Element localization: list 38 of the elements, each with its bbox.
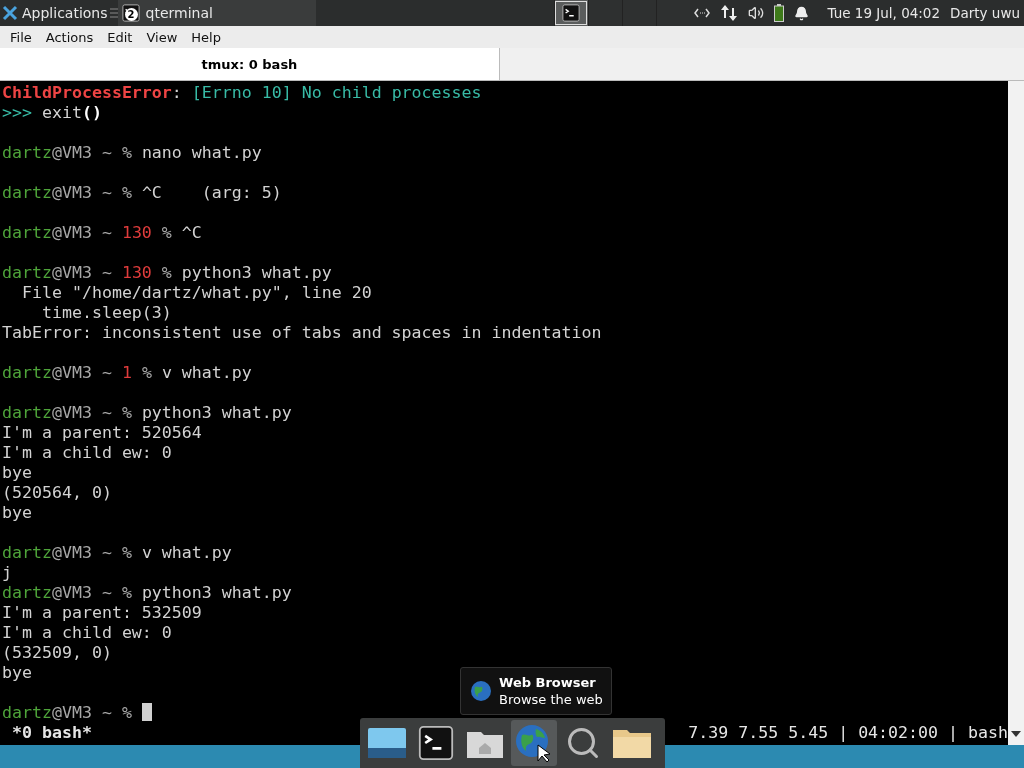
terminal-line: dartz@VM3 ~ % ^C (arg: 5) (2, 183, 282, 202)
terminal-line: dartz@VM3 ~ 130 % ^C (2, 223, 202, 242)
terminal-line: bye (2, 663, 32, 682)
terminal-line: time.sleep(3) (40, 303, 172, 322)
terminal-line: I'm a child ew: 0 (2, 443, 172, 462)
terminal-line: (520564, 0) (2, 483, 112, 502)
taskbar-button[interactable]: 2 qterminal (117, 0, 316, 26)
terminal-line: dartz@VM3 ~ % python3 what.py (2, 403, 292, 422)
clock[interactable]: Tue 19 Jul, 04:02 (827, 5, 941, 21)
terminal-line: ChildProcessError: [Errno 10] No child processes (2, 83, 482, 102)
user-name[interactable]: Darty uwu (950, 5, 1020, 21)
terminal-line: dartz@VM3 ~ % nano what.py (2, 143, 262, 162)
terminal-line: I'm a parent: 520564 (2, 423, 202, 442)
tooltip-title: Web Browser (499, 674, 597, 691)
applications-menu[interactable]: Applications (0, 0, 110, 26)
tmux-status-info: 7.39 7.55 5.45 | 04:02:00 | bash (688, 723, 1008, 743)
tmux-window-label[interactable]: *0 bash* (2, 723, 92, 743)
terminal-line: dartz@VM3 ~ 130 % python3 what.py (2, 263, 332, 282)
menu-item[interactable]: Edit (100, 29, 140, 45)
terminal-line: dartz@VM3 ~ % python3 what.py (2, 583, 292, 602)
terminal-tab[interactable]: tmux: 0 bash (0, 48, 500, 80)
terminal-line: File "/home/dartz/what.py", line 20 (20, 283, 372, 302)
menu-item[interactable]: View (139, 29, 185, 45)
terminal-line: I'm a parent: 532509 (2, 603, 202, 622)
terminal-line: bye (2, 503, 32, 522)
menu-item[interactable]: Help (184, 29, 228, 45)
terminal-line: TabError: inconsistent use of tabs and spaces in indentation (2, 323, 602, 342)
terminal-line: (532509, 0) (2, 643, 112, 662)
menu-item[interactable]: Actions (38, 29, 101, 45)
prompt-line: dartz@VM3 ~ % (2, 703, 133, 722)
terminal-line: dartz@VM3 ~ % v what.py (2, 543, 232, 562)
terminal-line: I'm a child ew: 0 (2, 623, 172, 642)
terminal-line: j (2, 563, 12, 582)
terminal-line: bye (2, 463, 32, 482)
menu-item[interactable]: File (3, 29, 39, 45)
tooltip-subtitle: Browse the web (499, 691, 603, 708)
terminal-line: >>> exit() (2, 103, 102, 122)
terminal-line: dartz@VM3 ~ 1 % v what.py (2, 363, 252, 382)
